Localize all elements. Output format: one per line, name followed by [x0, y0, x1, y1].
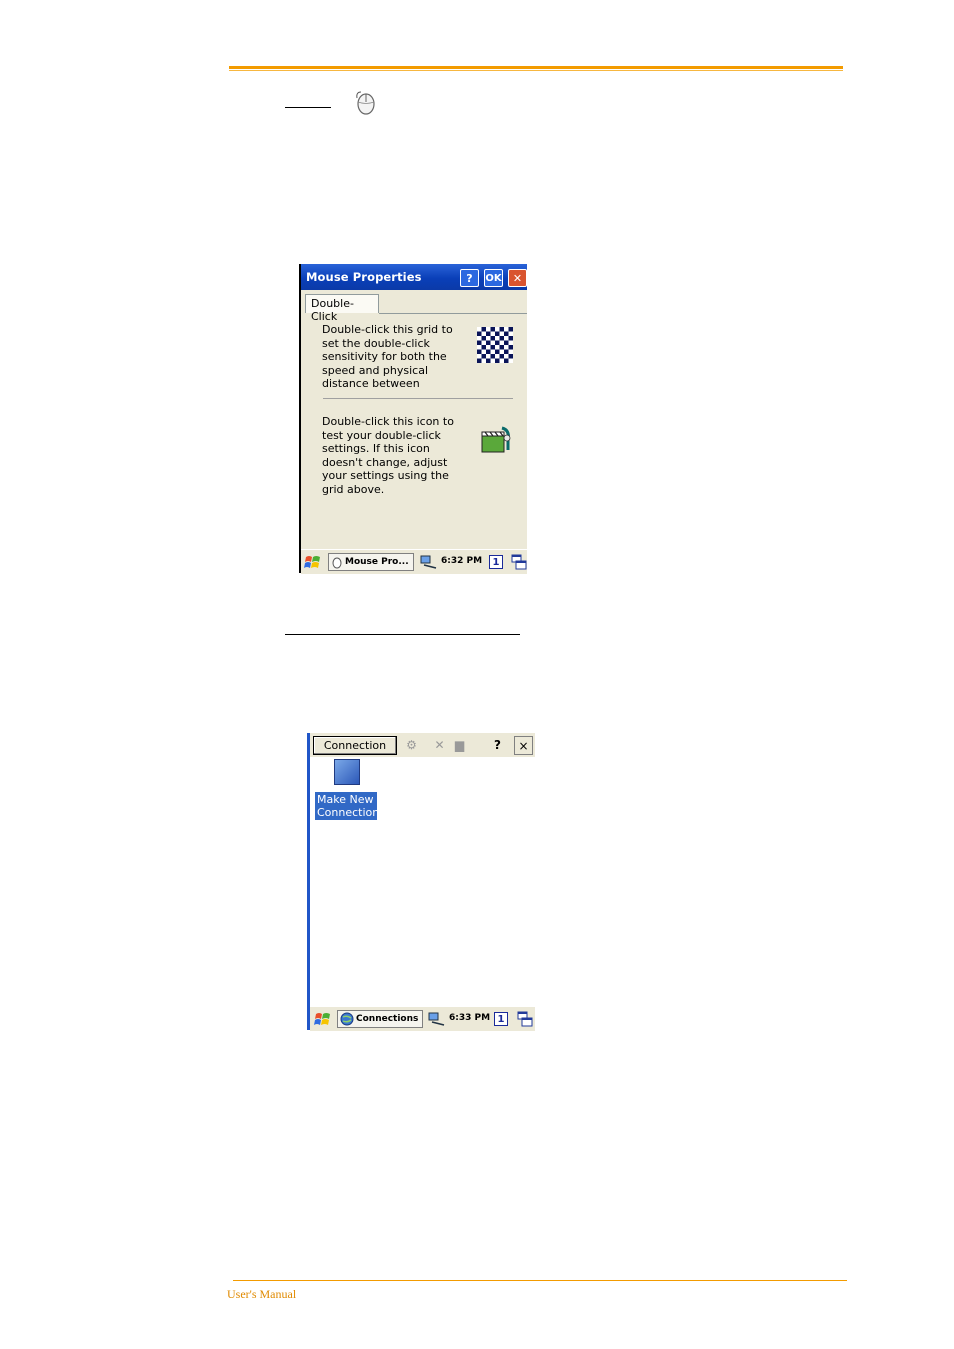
header-rule [229, 66, 843, 69]
section-heading-underline [285, 107, 331, 108]
text-line: settings. If this icon [322, 442, 430, 455]
separator [323, 398, 513, 399]
text-line: your settings using the [322, 469, 449, 482]
text-line: distance between [322, 377, 420, 390]
windows-switch-icon[interactable] [517, 1011, 533, 1027]
section-heading-underline [285, 634, 520, 635]
label-line: Make New [317, 793, 374, 806]
globe-icon [340, 1012, 354, 1026]
text-line: Double-click this grid to [322, 323, 453, 336]
ok-button[interactable]: OK [484, 269, 503, 287]
label-line: Connection [317, 806, 380, 819]
desktop-number[interactable]: 1 [494, 1012, 508, 1026]
text-line: Double-click this icon to [322, 415, 454, 428]
start-windows-icon[interactable] [304, 554, 322, 570]
connections-window: Connection ⚙ ✕ ▆ ? × Make New Connection… [307, 733, 535, 1031]
desktop-number[interactable]: 1 [489, 555, 503, 569]
start-windows-icon[interactable] [314, 1011, 332, 1027]
network-icon[interactable] [428, 1012, 446, 1026]
make-new-connection-label[interactable]: Make New Connection [315, 792, 380, 820]
help-button[interactable]: ? [460, 269, 479, 287]
text-line: speed and physical [322, 363, 429, 377]
text-line: test your double-click [322, 428, 441, 442]
delete-icon[interactable]: ✕ [430, 736, 449, 755]
taskbar: Mouse Pro... 6:32 PM 1 [301, 549, 527, 574]
taskbar: Connections 6:33 PM 1 [310, 1006, 535, 1031]
taskbar-app-label: Connections [356, 1014, 419, 1024]
mouse-properties-window: Mouse Properties ? OK ✕ Double-Click Dou… [299, 264, 527, 574]
taskbar-app-label: Mouse Pro... [345, 557, 409, 567]
network-icon[interactable] [420, 555, 438, 569]
windows-switch-icon[interactable] [511, 554, 527, 570]
test-instructions: Double-click this icon to test your doub… [322, 415, 462, 496]
footer-rule [233, 1280, 847, 1281]
window-title: Mouse Properties [306, 270, 422, 284]
text-line: set the double-click [322, 336, 430, 350]
help-glyph: ? [494, 738, 501, 752]
tab-double-click[interactable]: Double-Click [305, 294, 379, 323]
clapperboard-icon[interactable] [480, 424, 512, 456]
text-line: grid above. [322, 482, 385, 496]
connections-toolbar: Connection ⚙ ✕ ▆ ? × [310, 733, 535, 757]
text-line: sensitivity for both the [322, 350, 447, 363]
close-button[interactable]: ✕ [508, 269, 527, 287]
text-line: doesn't change, adjust [322, 455, 448, 469]
clock: 6:32 PM [441, 556, 483, 566]
make-new-connection-icon[interactable] [334, 759, 360, 785]
connection-menu-button[interactable]: Connection [313, 736, 397, 755]
title-bar: Mouse Properties ? OK ✕ [301, 264, 527, 290]
properties-icon[interactable]: ⚙ [402, 736, 421, 755]
clock: 6:33 PM [449, 1013, 491, 1023]
tab-divider [379, 313, 527, 314]
header-rule-thin [229, 70, 843, 71]
double-click-grid[interactable] [477, 327, 513, 363]
mouse-small-icon [332, 557, 342, 569]
close-button[interactable]: × [514, 736, 533, 755]
grid-instructions: Double-click this grid to set the double… [322, 323, 462, 391]
footer-text: User's Manual [227, 1287, 297, 1301]
mouse-icon [356, 91, 375, 115]
document-icon[interactable]: ▆ [450, 736, 469, 755]
whats-this-icon[interactable]: ? [488, 736, 507, 755]
